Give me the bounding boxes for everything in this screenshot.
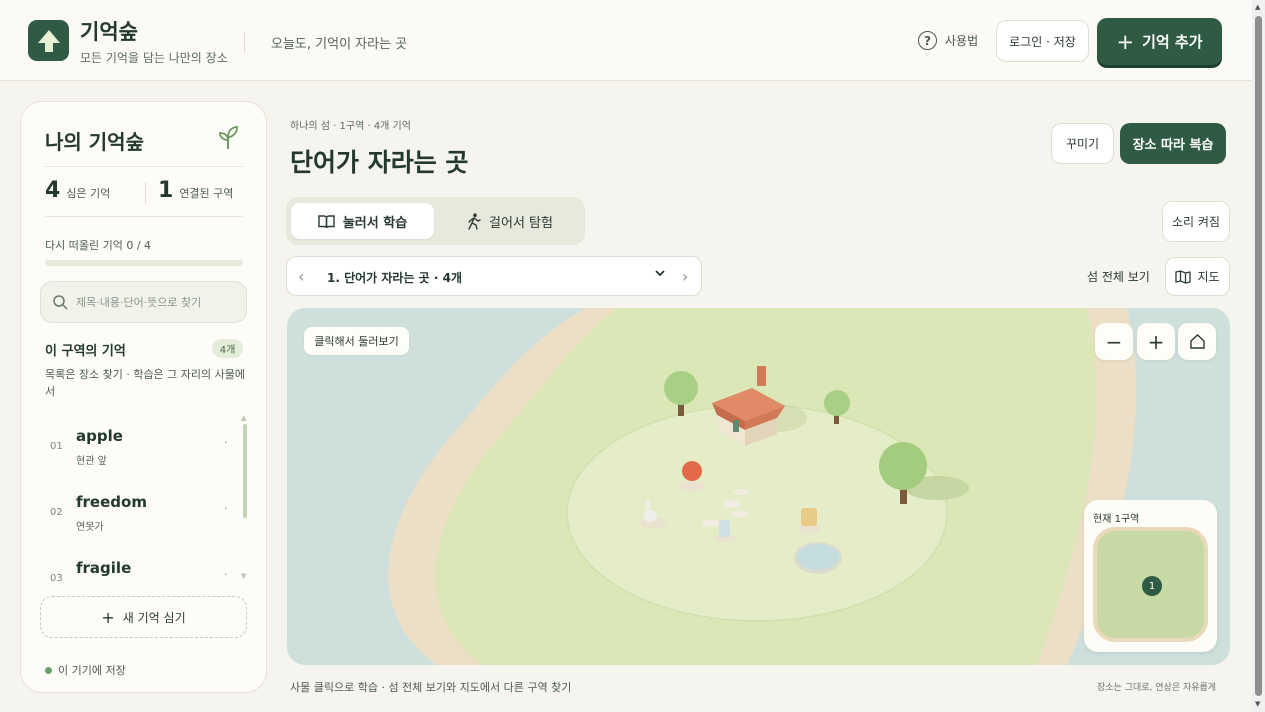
logo-tree-icon[interactable] xyxy=(28,20,69,61)
pond-object[interactable] xyxy=(794,542,842,574)
next-zone-icon[interactable]: › xyxy=(682,267,688,286)
planted-label: 심은 기억 xyxy=(66,187,111,200)
list-scroll-up-icon[interactable]: ▲ xyxy=(241,414,246,422)
search-box[interactable] xyxy=(40,281,247,323)
mode-tabs: 눌러서 학습 걸어서 탐험 xyxy=(286,197,585,245)
zone-selector[interactable]: ‹ 1. 단어가 자라는 곳 · 4개 › xyxy=(286,256,702,296)
header-divider xyxy=(244,31,245,53)
review-by-place-button[interactable]: 장소 따라 복습 xyxy=(1120,123,1226,164)
linked-label: 연결된 구역 xyxy=(179,187,234,200)
new-memory-label: 새 기억 심기 xyxy=(122,610,186,625)
memory-place: 현관 앞 xyxy=(76,456,107,467)
sidebar-title: 나의 기억숲 xyxy=(45,130,144,154)
walking-icon xyxy=(468,212,481,230)
scroll-down-icon[interactable]: ▼ xyxy=(1255,700,1260,708)
memory-word: apple xyxy=(76,427,123,445)
section-count-badge: 4개 xyxy=(212,339,243,358)
memory-item[interactable]: 01 apple 현관 앞 · xyxy=(21,415,241,475)
linked-count: 1 xyxy=(158,178,174,203)
page-title: 단어가 자라는 곳 xyxy=(290,148,469,177)
linked-stat: 1 연결된 구역 xyxy=(158,178,233,203)
map-icon xyxy=(1175,269,1192,284)
stat-separator xyxy=(145,182,146,204)
prev-zone-icon[interactable]: ‹ xyxy=(298,267,304,286)
recall-label: 다시 떠올린 기억 0 / 4 xyxy=(45,239,152,252)
zoom-in-button[interactable]: + xyxy=(1137,323,1175,360)
sound-toggle-button[interactable]: 소리 켜짐 xyxy=(1162,201,1230,242)
planted-count: 4 xyxy=(45,178,61,203)
scroll-up-icon[interactable]: ▲ xyxy=(1255,3,1260,11)
home-button[interactable] xyxy=(1178,323,1216,360)
section-description: 목록은 장소 찾기 · 학습은 그 자리의 사물에서 xyxy=(45,368,246,398)
status-dot xyxy=(45,666,52,674)
tagline: 오늘도, 기억이 자라는 곳 xyxy=(271,37,408,52)
book-icon xyxy=(318,214,335,228)
chevron-down-icon[interactable] xyxy=(653,266,667,280)
island-overview-link[interactable]: 섬 전체 보기 xyxy=(1087,268,1150,285)
memory-number: 02 xyxy=(50,507,63,518)
footer-tagline: 장소는 그대로, 연상은 자유롭게 xyxy=(1097,683,1217,693)
minimap-zone-area[interactable]: 1 xyxy=(1093,527,1208,642)
save-status: 이 기기에 저장 xyxy=(45,662,126,678)
new-memory-button[interactable]: + 새 기억 심기 xyxy=(40,596,247,638)
login-save-button[interactable]: 로그인 · 저장 xyxy=(996,20,1089,62)
memory-number: 03 xyxy=(50,573,63,581)
plus-icon: + xyxy=(1116,29,1135,54)
list-scroll-down-icon[interactable]: ▼ xyxy=(241,572,246,580)
memory-dot: · xyxy=(224,568,228,581)
question-icon: ? xyxy=(918,31,937,50)
zoom-out-button[interactable]: − xyxy=(1095,323,1133,360)
search-icon xyxy=(53,294,68,310)
sidebar: 나의 기억숲 4 심은 기억 1 연결된 구역 다시 떠올린 기억 0 / 4 … xyxy=(20,101,267,693)
memory-place: 연못가 xyxy=(76,522,104,533)
minimap[interactable]: 현재 1구역 1 xyxy=(1084,500,1217,652)
tab-label: 걸어서 탐험 xyxy=(489,215,553,231)
decorate-button[interactable]: 꾸미기 xyxy=(1051,123,1114,164)
island-scene[interactable]: 클릭해서 둘러보기 − + 현재 1구역 1 xyxy=(287,308,1230,665)
memory-word: fragile xyxy=(76,559,132,577)
search-input[interactable] xyxy=(76,295,246,309)
memory-number: 01 xyxy=(50,441,63,452)
help-label: 사용법 xyxy=(945,34,979,48)
app-subtitle: 모든 기억을 담는 나만의 장소 xyxy=(80,51,228,65)
save-status-label: 이 기기에 저장 xyxy=(58,664,126,677)
tab-label: 눌러서 학습 xyxy=(342,215,408,231)
add-memory-button[interactable]: + 기억 추가 xyxy=(1097,18,1222,65)
tab-walk-explore[interactable]: 걸어서 탐험 xyxy=(440,203,580,239)
divider xyxy=(45,216,243,217)
memory-list: 01 apple 현관 앞 · 02 freedom 연못가 · 03 frag… xyxy=(21,415,241,581)
minimap-zone-pin[interactable]: 1 xyxy=(1142,576,1162,596)
breadcrumb: 하나의 섬 · 1구역 · 4개 기억 xyxy=(290,121,411,132)
home-icon xyxy=(1189,334,1205,349)
memory-dot: · xyxy=(224,502,228,515)
help-button[interactable]: ? 사용법 xyxy=(918,31,978,50)
recall-progress-bar xyxy=(45,260,243,266)
tab-tap-learn[interactable]: 눌러서 학습 xyxy=(291,203,434,239)
memory-item[interactable]: 03 fragile · xyxy=(21,547,241,581)
list-scrollbar[interactable] xyxy=(243,424,247,518)
plus-icon: + xyxy=(101,607,115,627)
memory-item[interactable]: 02 freedom 연못가 · xyxy=(21,481,241,541)
section-title: 이 구역의 기억 xyxy=(45,344,126,359)
zone-select-value: 1. 단어가 자라는 곳 · 4개 xyxy=(327,271,463,285)
app-title: 기억숲 xyxy=(80,20,138,44)
page-scrollbar-thumb[interactable] xyxy=(1255,16,1262,696)
divider xyxy=(45,166,243,167)
map-label: 지도 xyxy=(1197,270,1220,284)
map-button[interactable]: 지도 xyxy=(1165,257,1230,296)
memory-word: freedom xyxy=(76,493,147,511)
page-scrollbar[interactable]: ▲ ▼ xyxy=(1252,0,1265,712)
sprout-icon xyxy=(219,126,238,149)
add-memory-label: 기억 추가 xyxy=(1142,33,1203,51)
footer-hint: 사물 클릭으로 학습 · 섬 전체 보기와 지도에서 다른 구역 찾기 xyxy=(290,681,572,694)
app-header: 기억숲 모든 기억을 담는 나만의 장소 오늘도, 기억이 자라는 곳 ? 사용… xyxy=(0,0,1252,81)
planted-stat: 4 심은 기억 xyxy=(45,178,110,203)
minimap-label: 현재 1구역 xyxy=(1093,514,1140,525)
memory-dot: · xyxy=(224,436,228,449)
scene-hint-chip: 클릭해서 둘러보기 xyxy=(304,327,409,355)
